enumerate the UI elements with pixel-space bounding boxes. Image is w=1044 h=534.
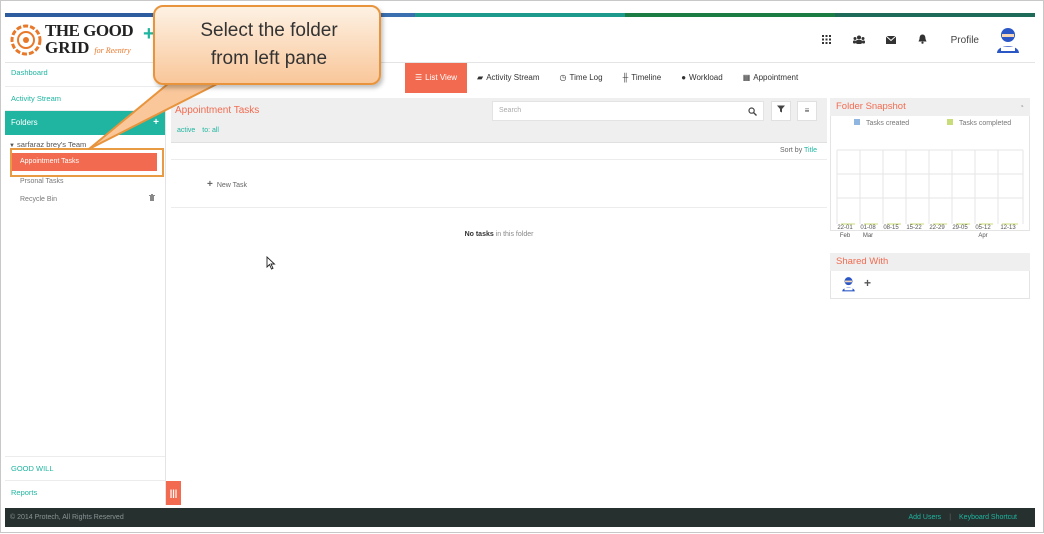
callout-line1: Select the folder (200, 20, 338, 41)
sidebar-item-good-will[interactable]: GOOD WILL (5, 456, 165, 480)
add-folder-icon[interactable]: + (153, 111, 159, 135)
avatar[interactable] (995, 26, 1021, 54)
brand-line2: GRID (45, 38, 90, 57)
rss-icon[interactable]: ◔ (1019, 98, 1024, 116)
sort-by-label: Sort by (780, 147, 803, 154)
add-users-link[interactable]: Add Users (909, 514, 942, 521)
filter-active-link[interactable]: active (177, 127, 195, 134)
bell-icon[interactable] (915, 33, 931, 47)
users-icon[interactable] (851, 33, 867, 47)
x-month-label: Apr (978, 233, 988, 239)
user-icon: ● (681, 73, 687, 82)
footer-links: Add Users | Keyboard Shortcut (909, 508, 1018, 527)
apps-grid-icon[interactable] (819, 33, 835, 47)
folder-label: Recycle Bin (20, 196, 57, 203)
sidebar-item-activity-stream[interactable]: Activity Stream (5, 87, 165, 111)
tab-activity-stream[interactable]: ▰ Activity Stream (467, 63, 550, 93)
chart-x-axis: 22-01 01-08 08-15 15-22 22-29 29-05 05-1… (837, 225, 1023, 245)
tab-workload[interactable]: ● Workload (671, 63, 733, 93)
comment-icon: ▰ (477, 73, 484, 82)
sort-by: Sort by Title (780, 147, 817, 154)
keyboard-shortcut-link[interactable]: Keyboard Shortcut (959, 514, 1017, 521)
tab-appointment[interactable]: ▦ Appointment (733, 63, 808, 93)
search-placeholder: Search (499, 107, 522, 114)
folder-snapshot-chart: Tasks created Tasks completed 22-01 01-0… (830, 116, 1030, 239)
new-task-button[interactable]: + New Task (207, 179, 247, 190)
add-share-icon[interactable]: + (864, 276, 871, 290)
copyright: © 2014 Protech, All Rights Reserved (10, 514, 124, 521)
x-tick-label: 15-22 (906, 225, 922, 231)
tab-label: List View (425, 73, 458, 82)
plus-icon: + (207, 179, 213, 190)
folder-snapshot-header: Folder Snapshot ◔ (830, 98, 1030, 116)
empty-state-bold: No tasks (464, 231, 494, 238)
x-tick-label: 22-29 (929, 225, 945, 231)
callout-line2: from left pane (210, 48, 328, 69)
shared-with-header: Shared With (830, 253, 1030, 271)
filter-to-link[interactable]: to: all (202, 127, 219, 134)
left-sidebar: Dashboard Activity Stream Folders + ▼ sa… (5, 63, 166, 505)
empty-state: No tasks in this folder (171, 231, 827, 238)
tab-label: Time Log (569, 73, 603, 82)
app-footer: © 2014 Protech, All Rights Reserved Add … (5, 508, 1035, 527)
sort-by-value[interactable]: Title (804, 147, 817, 154)
menu-icon[interactable]: ≡ (797, 101, 817, 121)
x-tick-label: 01-08 (860, 225, 876, 231)
folder-item-recycle-bin[interactable]: Recycle Bin (5, 191, 165, 209)
avatar[interactable] (841, 276, 856, 297)
x-tick-label: 12-13 (1000, 225, 1016, 231)
tab-list-view[interactable]: ☰ List View (405, 63, 468, 93)
x-month-label: Feb (839, 233, 851, 239)
clock-icon: ◷ (559, 73, 567, 82)
tab-label: Workload (689, 73, 723, 82)
tab-timeline[interactable]: ╫ Timeline (613, 63, 672, 93)
calendar-icon: ▦ (742, 73, 751, 82)
timeline-icon: ╫ (622, 73, 629, 82)
divider (171, 159, 827, 160)
tutorial-callout: Select the folder from left pane (153, 5, 381, 85)
tab-time-log[interactable]: ◷ Time Log (550, 63, 613, 93)
task-filters: active to: all (177, 127, 219, 134)
sidebar-folders-header[interactable]: Folders + (5, 111, 165, 135)
page-title: Appointment Tasks (175, 105, 260, 116)
tab-label: Timeline (631, 73, 662, 82)
mail-icon[interactable] (883, 33, 899, 47)
empty-state-text: in this folder (493, 231, 534, 238)
trash-icon[interactable] (149, 191, 155, 209)
highlight-box (10, 148, 164, 177)
tab-label: Appointment (753, 73, 799, 82)
x-tick-label: 05-12 (975, 225, 991, 231)
divider (171, 207, 827, 208)
x-tick-label: 08-15 (883, 225, 899, 231)
list-icon: ☰ (415, 73, 423, 82)
search-icon[interactable] (748, 104, 757, 122)
task-list-panel: Appointment Tasks active to: all Search … (171, 98, 827, 501)
brand-logo[interactable]: THE GOOD GRID for Reentry (9, 20, 139, 60)
folder-label: Prsonal Tasks (20, 178, 64, 185)
chart-grid (836, 149, 1024, 225)
panel-title: Shared With (836, 256, 889, 267)
task-list-header: Appointment Tasks active to: all Search … (171, 98, 827, 143)
header-actions: Profile (819, 23, 1021, 57)
sidebar-item-dashboard[interactable]: Dashboard (5, 63, 165, 87)
shared-with-list: + (830, 271, 1030, 299)
brand-line1: THE GOOD (45, 21, 134, 40)
app-window: THE GOOD GRID for Reentry + Profile Dash… (0, 0, 1044, 533)
x-month-label: Mar (862, 233, 874, 239)
footer-separator: | (949, 514, 952, 521)
search-input[interactable]: Search (492, 101, 764, 121)
sidebar-item-reports[interactable]: Reports (5, 480, 165, 504)
panel-title: Folder Snapshot (836, 101, 906, 112)
right-pane: Folder Snapshot ◔ Tasks created Tasks co… (830, 98, 1030, 299)
profile-link[interactable]: Profile (951, 35, 979, 46)
mouse-cursor-icon (266, 256, 276, 270)
tab-label: Activity Stream (486, 73, 540, 82)
brand-tagline: for Reentry (94, 46, 131, 55)
x-tick-label: 22-01 (837, 225, 853, 231)
filter-icon[interactable] (771, 101, 791, 121)
x-tick-label: 29-05 (952, 225, 968, 231)
view-tabs: ☰ List View ▰ Activity Stream ◷ Time Log ╫ T… (405, 63, 808, 93)
new-task-label: New Task (216, 182, 248, 189)
folders-label: Folders (11, 118, 38, 127)
